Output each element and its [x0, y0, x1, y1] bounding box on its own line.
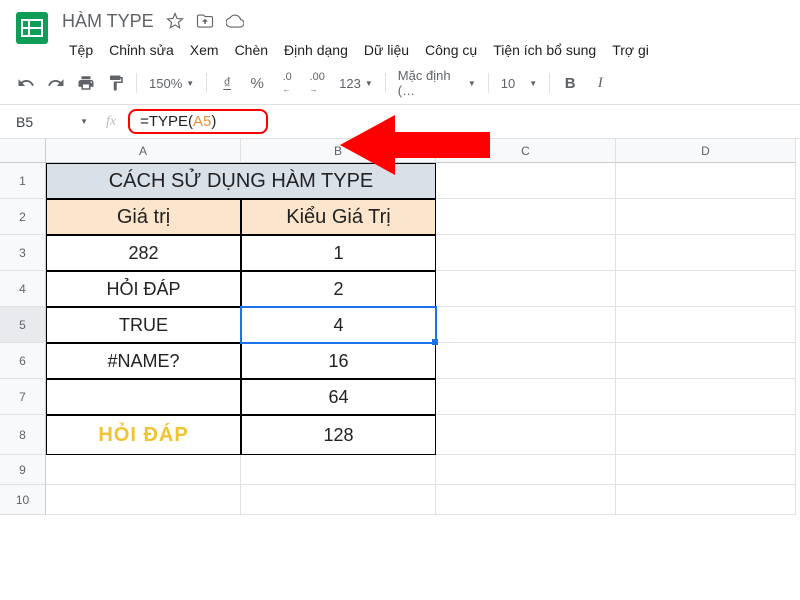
callout-arrow-icon — [340, 110, 490, 180]
row-header[interactable]: 3 — [0, 235, 46, 271]
cell-header-a[interactable]: Giá trị — [46, 199, 241, 235]
font-dropdown[interactable]: Mặc định (…▼ — [392, 68, 482, 98]
cell[interactable]: 128 — [241, 415, 436, 455]
cell-logo[interactable]: HỎI ĐÁP — [46, 415, 241, 455]
cell[interactable]: HỎI ĐÁP — [46, 271, 241, 307]
print-button[interactable] — [72, 69, 100, 97]
cell[interactable]: 282 — [46, 235, 241, 271]
bold-button[interactable]: B — [556, 69, 584, 97]
cell[interactable] — [616, 307, 796, 343]
row-header[interactable]: 7 — [0, 379, 46, 415]
currency-button[interactable]: ₫ — [213, 69, 241, 97]
zoom-dropdown[interactable]: 150%▼ — [143, 76, 200, 91]
cell[interactable]: 1 — [241, 235, 436, 271]
cell-selected[interactable]: 4 — [241, 307, 436, 343]
cell[interactable] — [616, 271, 796, 307]
row-header[interactable]: 5 — [0, 307, 46, 343]
menu-format[interactable]: Định dạng — [277, 38, 355, 62]
row-header[interactable]: 8 — [0, 415, 46, 455]
app-header: HÀM TYPE Tệp Chỉnh sửa Xem Chèn Định dạn… — [0, 0, 800, 62]
italic-button[interactable]: I — [586, 69, 614, 97]
menu-addons[interactable]: Tiện ích bổ sung — [486, 38, 603, 62]
percent-button[interactable]: % — [243, 69, 271, 97]
decrease-decimal-button[interactable]: .0← — [273, 69, 301, 97]
menu-edit[interactable]: Chỉnh sửa — [102, 38, 181, 62]
select-all-corner[interactable] — [0, 139, 46, 163]
logo-text: HỎI ĐÁP — [98, 424, 188, 447]
fx-icon: fx — [106, 114, 116, 130]
row-header[interactable]: 4 — [0, 271, 46, 307]
cell[interactable] — [616, 235, 796, 271]
cell[interactable] — [46, 379, 241, 415]
row-header[interactable]: 1 — [0, 163, 46, 199]
cell[interactable]: 16 — [241, 343, 436, 379]
format-dropdown[interactable]: 123▼ — [333, 76, 379, 91]
move-folder-icon[interactable] — [196, 12, 214, 30]
undo-button[interactable] — [12, 69, 40, 97]
paint-format-button[interactable] — [102, 69, 130, 97]
menu-file[interactable]: Tệp — [62, 38, 100, 62]
col-header-a[interactable]: A — [46, 139, 241, 163]
cell[interactable]: 2 — [241, 271, 436, 307]
cloud-status-icon[interactable] — [226, 12, 244, 30]
cell[interactable] — [436, 485, 616, 515]
cell[interactable] — [436, 415, 616, 455]
cell[interactable]: 64 — [241, 379, 436, 415]
star-icon[interactable] — [166, 12, 184, 30]
increase-decimal-button[interactable]: .00→ — [303, 69, 331, 97]
font-size-dropdown[interactable]: 10▼ — [495, 76, 543, 91]
cell[interactable] — [616, 343, 796, 379]
cell[interactable] — [436, 199, 616, 235]
cell-header-b[interactable]: Kiểu Giá Trị — [241, 199, 436, 235]
menu-view[interactable]: Xem — [183, 38, 226, 62]
cell[interactable] — [436, 455, 616, 485]
menu-help[interactable]: Trợ gi — [605, 38, 656, 62]
sheets-logo[interactable] — [12, 8, 52, 48]
cell[interactable] — [436, 235, 616, 271]
cell[interactable]: #NAME? — [46, 343, 241, 379]
menu-insert[interactable]: Chèn — [228, 38, 275, 62]
cell[interactable] — [616, 199, 796, 235]
doc-title[interactable]: HÀM TYPE — [62, 11, 154, 32]
cell[interactable] — [436, 307, 616, 343]
row-header[interactable]: 10 — [0, 485, 46, 515]
cell[interactable]: TRUE — [46, 307, 241, 343]
cell[interactable] — [241, 455, 436, 485]
cell[interactable] — [46, 485, 241, 515]
cell[interactable] — [616, 485, 796, 515]
menu-bar: Tệp Chỉnh sửa Xem Chèn Định dạng Dữ liệu… — [62, 38, 788, 62]
cell[interactable] — [616, 163, 796, 199]
cell[interactable] — [436, 343, 616, 379]
col-header-d[interactable]: D — [616, 139, 796, 163]
cell[interactable] — [436, 379, 616, 415]
row-header[interactable]: 6 — [0, 343, 46, 379]
spreadsheet-grid[interactable]: A B C D 1 CÁCH SỬ DỤNG HÀM TYPE 2 Giá tr… — [0, 139, 800, 515]
toolbar: 150%▼ ₫ % .0← .00→ 123▼ Mặc định (…▼ 10▼… — [0, 62, 800, 105]
name-box[interactable]: B5 ▼ — [12, 112, 92, 132]
row-header[interactable]: 2 — [0, 199, 46, 235]
cell[interactable] — [616, 415, 796, 455]
cell[interactable] — [46, 455, 241, 485]
cell[interactable] — [436, 271, 616, 307]
cell[interactable] — [616, 379, 796, 415]
menu-tools[interactable]: Công cụ — [418, 38, 484, 62]
row-header[interactable]: 9 — [0, 455, 46, 485]
menu-data[interactable]: Dữ liệu — [357, 38, 416, 62]
cell[interactable] — [241, 485, 436, 515]
cell[interactable] — [616, 455, 796, 485]
redo-button[interactable] — [42, 69, 70, 97]
